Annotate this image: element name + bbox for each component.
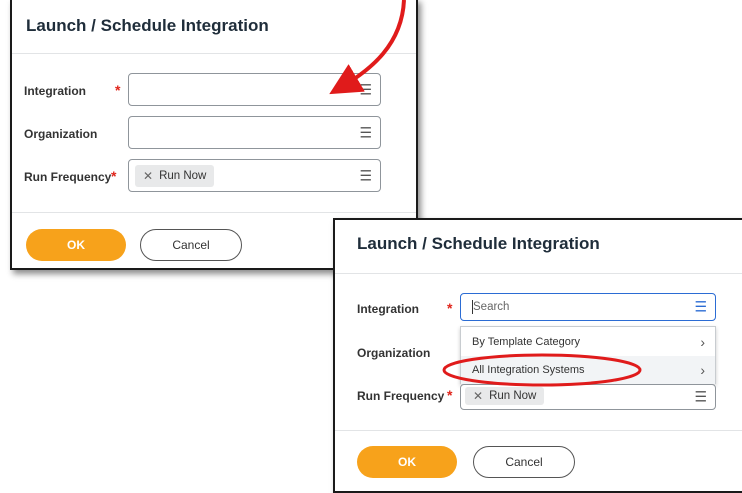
cancel-button[interactable]: Cancel (140, 229, 242, 261)
integration-label: Integration (357, 302, 419, 316)
organization-label: Organization (24, 127, 98, 141)
integration-search-input[interactable]: Search ☰ (460, 293, 716, 321)
ok-button[interactable]: OK (26, 229, 126, 261)
dialog-title: Launch / Schedule Integration (26, 16, 269, 35)
organization-field[interactable]: ☰ (128, 116, 381, 149)
dialog-title: Launch / Schedule Integration (357, 234, 600, 253)
run-frequency-field[interactable]: ✕ Run Now ☰ (128, 159, 381, 192)
list-icon[interactable]: ☰ (694, 389, 707, 406)
launch-schedule-dialog-zoomed: Launch / Schedule Integration Integratio… (333, 218, 742, 493)
integration-prompt-menu: By Template Category › All Integration S… (460, 326, 716, 384)
run-frequency-label: Run Frequency (24, 170, 112, 184)
list-icon[interactable]: ☰ (359, 124, 372, 141)
footer-divider (12, 212, 416, 213)
x-icon[interactable]: ✕ (143, 169, 153, 183)
list-icon[interactable]: ☰ (694, 299, 707, 316)
organization-label: Organization (357, 346, 431, 360)
x-icon[interactable]: ✕ (473, 389, 483, 403)
list-icon[interactable]: ☰ (359, 81, 372, 98)
required-marker: * (447, 300, 453, 316)
chevron-right-icon: › (700, 334, 705, 350)
run-frequency-label: Run Frequency (357, 389, 445, 403)
required-marker: * (115, 82, 121, 98)
chevron-right-icon: › (700, 362, 705, 378)
pill-label: Run Now (159, 170, 207, 182)
required-marker: * (447, 387, 453, 403)
integration-field[interactable]: ☰ (128, 73, 381, 106)
menu-item-all-integration-systems[interactable]: All Integration Systems › (461, 356, 715, 384)
ok-button[interactable]: OK (357, 446, 457, 478)
run-now-pill: ✕ Run Now (465, 387, 545, 405)
list-icon[interactable]: ☰ (359, 167, 372, 184)
run-frequency-field[interactable]: ✕ Run Now ☰ (460, 384, 716, 410)
integration-label: Integration (24, 84, 86, 98)
footer-divider (335, 430, 742, 431)
pill-label: Run Now (489, 390, 537, 402)
cancel-button[interactable]: Cancel (473, 446, 575, 478)
run-now-pill: ✕ Run Now (135, 165, 215, 187)
title-divider (335, 273, 742, 274)
search-placeholder: Search (473, 301, 510, 313)
title-divider (12, 53, 416, 54)
menu-item-by-template-category[interactable]: By Template Category › (461, 328, 715, 356)
required-marker: * (111, 168, 117, 184)
